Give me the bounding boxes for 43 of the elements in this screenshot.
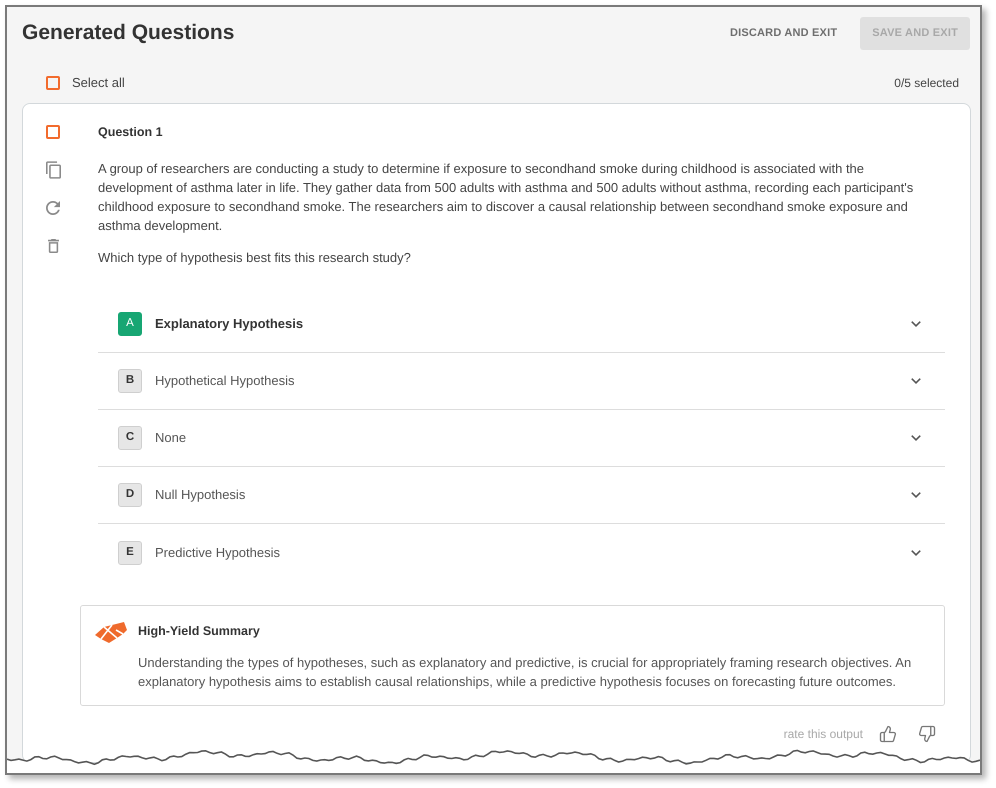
option-letter-badge: A [118,312,142,336]
chevron-down-icon [911,321,921,327]
select-all-label: Select all [72,74,125,92]
option-text: None [155,429,188,448]
option-letter-badge: D [118,483,142,507]
delete-icon [48,239,58,253]
thumbs-down-icon [918,725,936,743]
option-text: Null Hypothesis [155,486,246,504]
option-text: Explanatory Hypothesis [155,315,304,334]
checkbox[interactable] [46,125,60,139]
answer-option[interactable]: C None [98,410,945,467]
selection-count: 0/5 selected [894,75,959,92]
thumbs-up-button[interactable] [879,725,897,743]
checkbox[interactable] [46,76,60,90]
summary-text: Understanding the types of hypotheses, such as explanatory and predictive, is crucial for appropriately framing research objectives. An explanatory hypothesis aims to establish causal relationships, while a predictive hypothesis focuses on forecasting future outcomes. [138,654,912,691]
copy-button[interactable] [46,161,60,179]
question-prompt: Which type of hypothesis best fits this research study? [98,249,412,267]
fan-logo-icon [95,622,127,643]
question-stem: A group of researchers are conducting a study to determine if exposure to secondhand smoke during childhood is associated with the development of asthma later in life. They gather data from 500 adults with asthma and 500 adults without asthma, recording each participant's childhood exposure to secondhand smoke. The researchers aim to discover a causal relationship between secondhand smoke exposure and asthma development. [98,160,914,235]
answer-option[interactable]: B Hypothetical Hypothesis [98,353,945,410]
rating-label: rate this output [784,726,863,743]
page-title: Generated Questions [22,20,234,46]
thumbs-up-icon [879,725,897,743]
refresh-icon [46,201,60,215]
option-text: Predictive Hypothesis [155,544,281,562]
refresh-button[interactable] [46,201,60,215]
chevron-down-icon [911,492,921,498]
chevron-down-icon [911,435,921,441]
summary-title: High-Yield Summary [138,623,261,640]
option-letter-badge: C [118,426,142,450]
option-letter-badge: E [118,540,142,564]
delete-button[interactable] [48,239,58,253]
chevron-down-icon [911,550,921,556]
option-text: Hypothetical Hypothesis [155,372,296,390]
chevron-down-icon [911,378,921,384]
answer-option[interactable]: A Explanatory Hypothesis [98,296,945,353]
answer-option[interactable]: D Null Hypothesis [98,467,945,524]
answer-option[interactable]: E Predictive Hypothesis [98,524,945,581]
discard-button[interactable]: DISCARD AND EXIT [718,16,850,50]
question-title: Question 1 [98,125,164,139]
copy-icon [46,161,60,179]
option-letter-badge: B [118,369,142,393]
thumbs-down-button[interactable] [918,725,936,743]
